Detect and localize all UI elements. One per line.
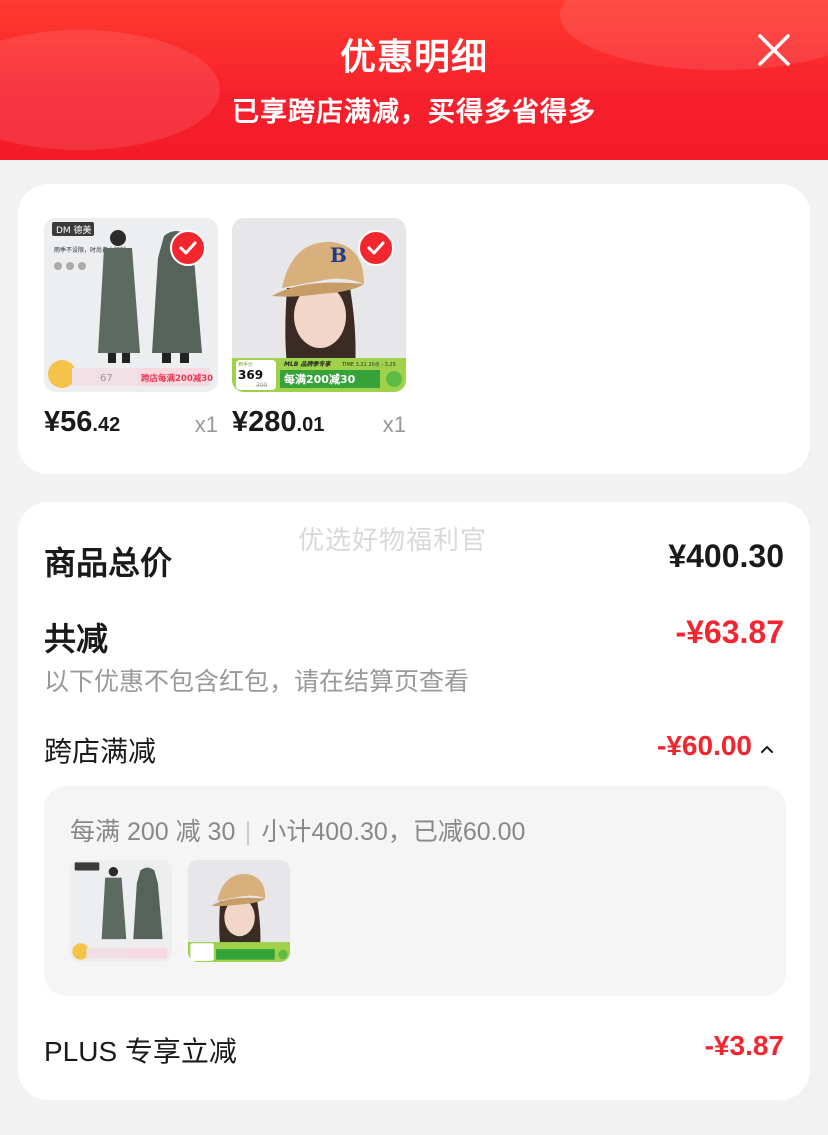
total-discount-label: 共减: [44, 621, 109, 657]
raincoat-thumbnail: [70, 860, 172, 962]
cross-store-value[interactable]: -¥60.00: [657, 730, 752, 762]
product-quantity: x1: [194, 412, 218, 437]
mini-product-image[interactable]: [70, 860, 172, 962]
discount-rule: 每满 200 减 30: [70, 818, 236, 846]
badge-original-price: 399: [256, 382, 268, 389]
mini-product-image[interactable]: [188, 860, 290, 962]
watermark: 优选好物福利官: [298, 525, 488, 555]
product-price-row: ¥280.01 x1: [232, 406, 406, 446]
close-button[interactable]: [752, 28, 796, 72]
badge-price: 369: [238, 368, 263, 382]
product-price-row: ¥56.42 x1: [44, 406, 218, 446]
total-discount-value: -¥63.87: [675, 614, 784, 650]
cross-store-detail-text: 每满 200 减 30 小计400.30，已减60.00: [70, 812, 525, 848]
subtotal-text: 小计400.30，已减60.00: [261, 818, 526, 846]
cross-store-detail: 每满 200 减 30 小计400.30，已减60.00: [44, 786, 786, 996]
product-image[interactable]: DM 德美 雨季不设限，时尚自由行就 67 跨店每满200减30: [44, 218, 218, 392]
total-price-value: ¥400.30: [668, 538, 784, 574]
divider: [247, 821, 250, 846]
plus-discount-value: -¥3.87: [704, 1030, 784, 1061]
product-item[interactable]: DM 德美 雨季不设限，时尚自由行就 67 跨店每满200减30 ¥56.42 …: [44, 218, 218, 438]
discount-summary-card: 优选好物福利官 商品总价 ¥400.30 共减 -¥63.87 以下优惠不包含红…: [18, 502, 810, 1100]
plus-discount-label: PLUS 专享立减: [44, 1036, 237, 1067]
product-image[interactable]: B 到手价 369 399 MLB 品牌季专享 TIME 3.21 20点 - …: [232, 218, 406, 392]
promo-tag: 每满200减30: [284, 372, 356, 386]
cap-thumbnail: [188, 860, 290, 962]
promo-tag: 跨店每满200减30: [141, 373, 213, 384]
date-label: TIME 3.21 20点 - 3.25: [341, 362, 396, 368]
cap-logo-letter: B: [330, 243, 347, 267]
cross-store-label[interactable]: 跨店满减: [44, 730, 156, 770]
products-card: DM 德美 雨季不设限，时尚自由行就 67 跨店每满200减30 ¥56.42 …: [18, 184, 810, 474]
selected-check-icon[interactable]: [170, 230, 206, 266]
selected-check-icon[interactable]: [358, 230, 394, 266]
product-quantity: x1: [382, 412, 406, 437]
close-icon: [758, 34, 790, 66]
badge-label: 到手价: [238, 361, 253, 368]
badge-price: 67: [100, 373, 113, 384]
brand-text: DM 德美: [56, 224, 92, 236]
page-subtitle: 已享跨店满减，买得多省得多: [232, 97, 596, 127]
brand-banner: MLB 品牌季专享: [284, 360, 331, 368]
chevron-up-icon[interactable]: [758, 740, 776, 758]
header: 优惠明细 已享跨店满减，买得多省得多: [0, 0, 828, 160]
product-price: ¥56.42: [44, 406, 121, 438]
product-price: ¥280.01: [232, 406, 325, 438]
page-title: 优惠明细: [339, 36, 488, 77]
product-item[interactable]: B 到手价 369 399 MLB 品牌季专享 TIME 3.21 20点 - …: [232, 218, 406, 438]
total-price-label: 商品总价: [44, 545, 173, 581]
discount-note: 以下优惠不包含红包，请在结算页查看: [44, 668, 470, 696]
